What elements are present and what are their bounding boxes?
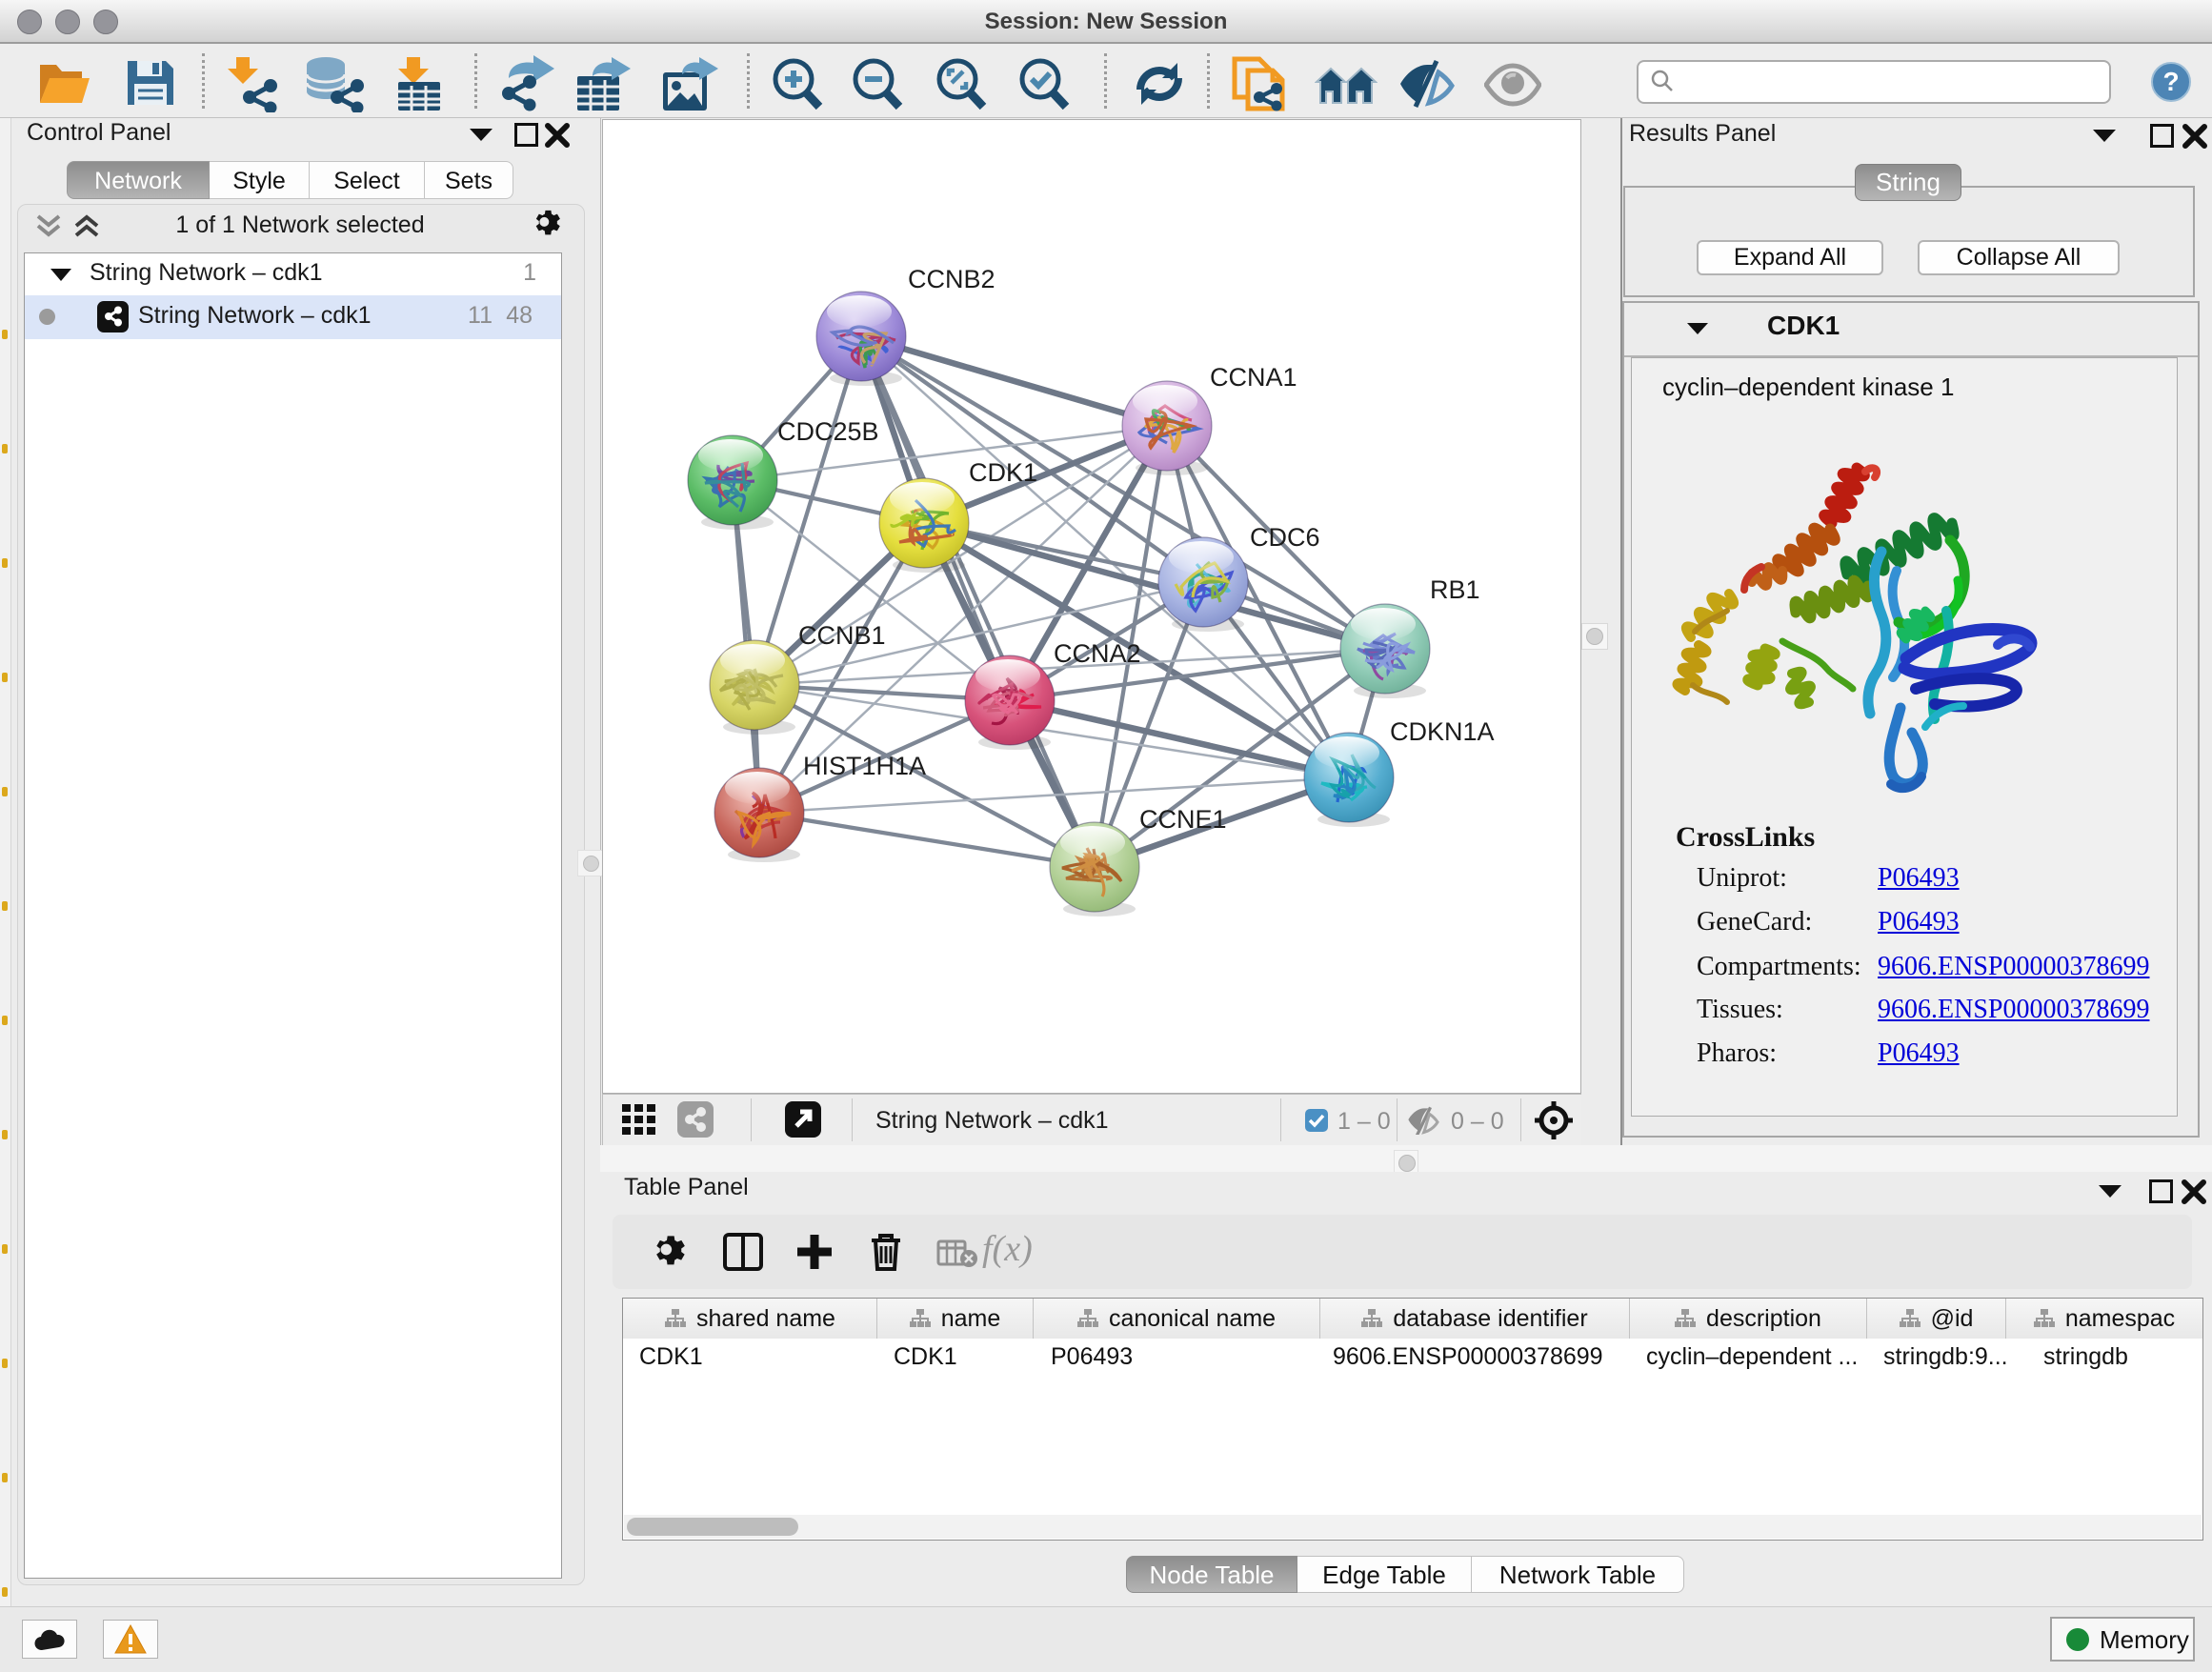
svg-text:HIST1H1A: HIST1H1A [803, 752, 926, 780]
svg-text:RB1: RB1 [1430, 575, 1480, 604]
svg-text:CCNB2: CCNB2 [908, 265, 995, 293]
svg-text:CCNB1: CCNB1 [798, 621, 886, 650]
svg-text:CDKN1A: CDKN1A [1390, 717, 1495, 746]
svg-text:CCNE1: CCNE1 [1139, 805, 1227, 834]
svg-text:CCNA1: CCNA1 [1210, 363, 1297, 392]
svg-text:CDK1: CDK1 [969, 458, 1037, 487]
svg-text:CDC6: CDC6 [1250, 523, 1320, 552]
svg-text:CDC25B: CDC25B [777, 417, 879, 446]
svg-text:CCNA2: CCNA2 [1054, 639, 1141, 668]
